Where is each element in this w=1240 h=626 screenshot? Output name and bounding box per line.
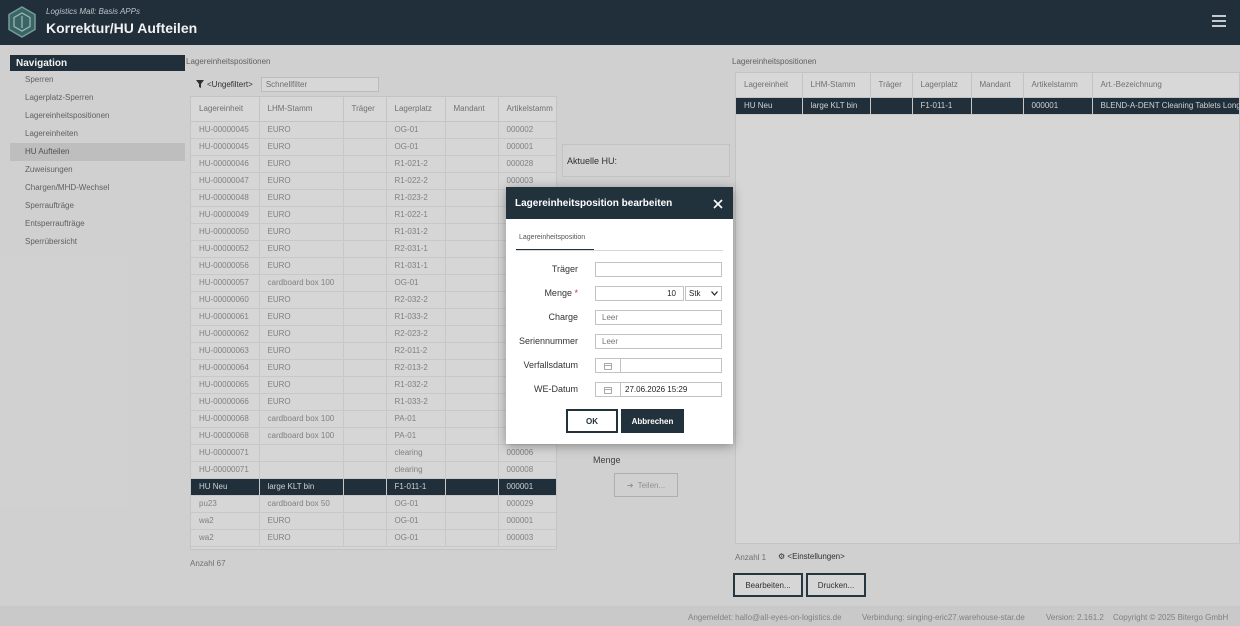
seriennummer-label: Seriennummer	[518, 336, 578, 346]
verfallsdatum-field[interactable]	[595, 358, 722, 373]
close-icon[interactable]	[713, 199, 723, 209]
unit-value: Stk	[689, 289, 701, 298]
calendar-icon[interactable]	[596, 383, 621, 396]
menge-label-text: Menge	[544, 288, 572, 298]
dialog-title: Lagereinheitsposition bearbeiten	[515, 198, 673, 209]
charge-label: Charge	[548, 312, 578, 322]
ok-button[interactable]: OK	[566, 409, 618, 433]
verfallsdatum-row: Verfallsdatum	[506, 358, 733, 373]
charge-row: Charge	[506, 310, 733, 325]
cancel-button[interactable]: Abbrechen	[621, 409, 684, 433]
traeger-row: Träger	[506, 262, 733, 277]
dialog-header: Lagereinheitsposition bearbeiten	[506, 187, 733, 219]
charge-input[interactable]	[595, 310, 722, 325]
we-datum-row: WE-Datum 27.06.2026 15:29	[506, 382, 733, 397]
required-marker: *	[574, 288, 578, 298]
we-datum-value: 27.06.2026 15:29	[625, 385, 688, 394]
tab-divider	[516, 250, 723, 251]
seriennummer-input[interactable]	[595, 334, 722, 349]
menge-field-label: Menge *	[544, 288, 578, 298]
tab-lagereinheitsposition[interactable]: Lagereinheitsposition	[516, 233, 594, 251]
edit-position-dialog: Lagereinheitsposition bearbeiten Lagerei…	[506, 187, 733, 444]
unit-select[interactable]: Stk	[685, 286, 722, 301]
chevron-down-icon	[711, 291, 718, 296]
we-datum-label: WE-Datum	[533, 384, 578, 394]
we-datum-field[interactable]: 27.06.2026 15:29	[595, 382, 722, 397]
calendar-icon[interactable]	[596, 359, 621, 372]
seriennummer-row: Seriennummer	[506, 334, 733, 349]
menge-row: Menge * Stk	[506, 286, 733, 301]
menge-input[interactable]	[595, 286, 684, 301]
traeger-input[interactable]	[595, 262, 722, 277]
verfallsdatum-label: Verfallsdatum	[523, 360, 578, 370]
traeger-label: Träger	[551, 264, 578, 274]
